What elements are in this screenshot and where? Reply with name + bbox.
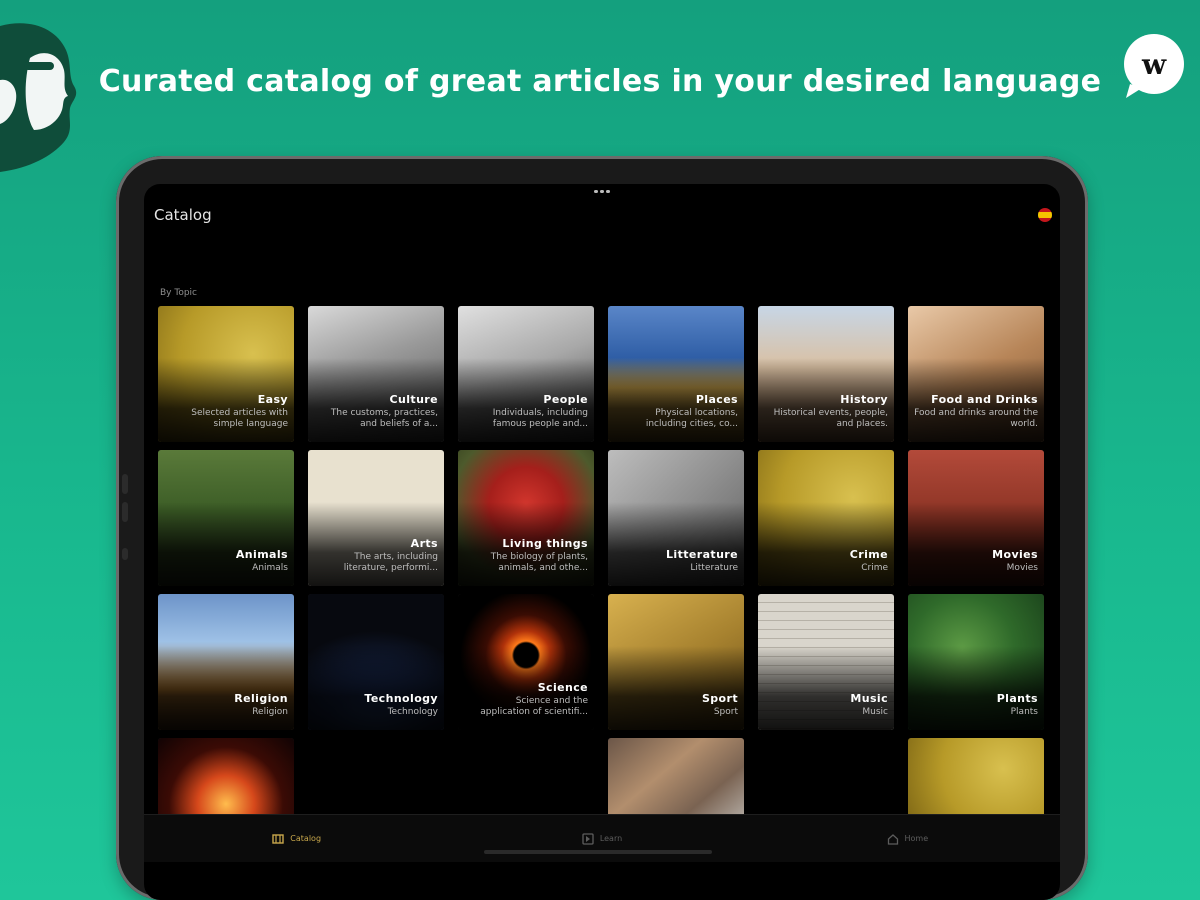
catalog-icon (272, 833, 284, 845)
grid-spacer (308, 738, 444, 826)
topic-title: Technology (364, 692, 438, 705)
topic-tile-culture[interactable]: Culture The customs, practices, and belie… (308, 306, 444, 442)
topic-title: Movies (992, 548, 1038, 561)
home-icon (887, 833, 899, 845)
topic-tile-easy[interactable]: Easy Selected articles with simple langua… (158, 306, 294, 442)
topic-tile-people[interactable]: People Individuals, including famous peop… (458, 306, 594, 442)
multitasking-dots-icon[interactable] (594, 190, 610, 194)
bottom-tab-bar: Catalog Learn Home (144, 814, 1060, 862)
topic-tile-technology[interactable]: Technology Technology (308, 594, 444, 730)
tab-label: Learn (599, 834, 623, 843)
topic-description: Crime (861, 563, 888, 573)
svg-text:w: w (1141, 48, 1167, 81)
section-label: By Topic (160, 288, 197, 298)
topic-description: Individuals, including famous people and… (492, 408, 588, 429)
topic-image (608, 738, 744, 826)
tab-home[interactable]: Home (755, 815, 1060, 862)
grid-spacer (458, 738, 594, 826)
topic-tile-plants[interactable]: Plants Plants (908, 594, 1044, 730)
learn-icon (582, 832, 594, 845)
topic-title: Plants (996, 692, 1038, 705)
topic-description: The customs, practices, and beliefs of a… (330, 408, 438, 429)
topic-description: Music (862, 707, 888, 717)
topic-tile-religion[interactable]: Religion Religion (158, 594, 294, 730)
home-indicator[interactable] (484, 850, 712, 854)
topic-tile-music[interactable]: Music Music (758, 594, 894, 730)
topic-image (908, 738, 1044, 826)
topic-title: Science (537, 681, 588, 694)
topic-description: Movies (1006, 563, 1038, 573)
banner-headline: Curated catalog of great articles in you… (98, 64, 1102, 99)
page-title: Catalog (154, 206, 212, 224)
topic-image (158, 738, 294, 826)
topic-description: Historical events, people, and places. (773, 408, 888, 429)
topic-title: Living things (502, 537, 588, 550)
topic-title: Music (850, 692, 888, 705)
topic-title: Easy (257, 393, 288, 406)
topic-title: Places (695, 393, 738, 406)
power-button (122, 548, 128, 560)
spain-flag-icon[interactable] (1038, 208, 1052, 222)
topic-description: Animals (252, 563, 288, 573)
topic-title: Arts (410, 537, 438, 550)
app-screen: Catalog By Topic Easy Selected articles w… (144, 184, 1060, 900)
topic-description: The biology of plants, animals, and othe… (490, 552, 588, 573)
w-logo-icon: w (1124, 34, 1184, 98)
topic-title: Culture (389, 393, 438, 406)
topic-tile-crime[interactable]: Crime Crime (758, 450, 894, 586)
topic-description: The arts, including literature, performi… (343, 552, 438, 573)
topic-title: Food and Drinks (931, 393, 1038, 406)
topic-description: Physical locations, including cities, co… (645, 408, 738, 429)
topic-grid: Easy Selected articles with simple langua… (158, 306, 1048, 826)
topic-tile-animals[interactable]: Animals Animals (158, 450, 294, 586)
tab-label: Home (904, 834, 929, 843)
topic-tile-movies[interactable]: Movies Movies (908, 450, 1044, 586)
topic-tile-history[interactable]: History Historical events, people, and pl… (758, 306, 894, 442)
tablet-device: Catalog By Topic Easy Selected articles w… (116, 156, 1088, 900)
topic-title: Litterature (666, 548, 738, 561)
tab-label: Catalog (290, 834, 322, 843)
topic-tile-food-and-drinks[interactable]: Food and Drinks Food and drinks around th… (908, 306, 1044, 442)
grid-spacer (758, 738, 894, 826)
topic-tile-science[interactable]: Science Science and the application of sc… (458, 594, 594, 730)
topic-description: Sport (713, 707, 738, 717)
topic-title: Religion (234, 692, 288, 705)
topic-description: Selected articles with simple language (191, 408, 288, 429)
topic-title: People (543, 393, 588, 406)
topic-description: Litterature (690, 563, 738, 573)
topic-title: Animals (235, 548, 288, 561)
topic-tile-places[interactable]: Places Physical locations, including citi… (608, 306, 744, 442)
topic-tile-arts[interactable]: Arts The arts, including literature, perf… (308, 450, 444, 586)
topic-title: Crime (849, 548, 888, 561)
volume-up-button (122, 474, 128, 494)
topic-tile-litterature[interactable]: Litterature Litterature (608, 450, 744, 586)
volume-down-button (122, 502, 128, 522)
topic-tile-partial[interactable] (908, 738, 1044, 826)
topic-tile-sport[interactable]: Sport Sport (608, 594, 744, 730)
tab-learn[interactable]: Learn (449, 815, 754, 862)
topic-title: History (840, 393, 888, 406)
topic-description: Food and drinks around the world. (914, 408, 1038, 429)
topic-title: Sport (701, 692, 738, 705)
topic-tile-living-things[interactable]: Living things The biology of plants, anim… (458, 450, 594, 586)
topic-description: Technology (387, 707, 438, 717)
topic-description: Plants (1010, 707, 1038, 717)
topic-description: Science and the application of scientifi… (480, 696, 588, 717)
topic-description: Religion (252, 707, 288, 717)
tab-catalog[interactable]: Catalog (144, 815, 449, 862)
topic-tile-partial[interactable] (158, 738, 294, 826)
topic-tile-partial[interactable] (608, 738, 744, 826)
